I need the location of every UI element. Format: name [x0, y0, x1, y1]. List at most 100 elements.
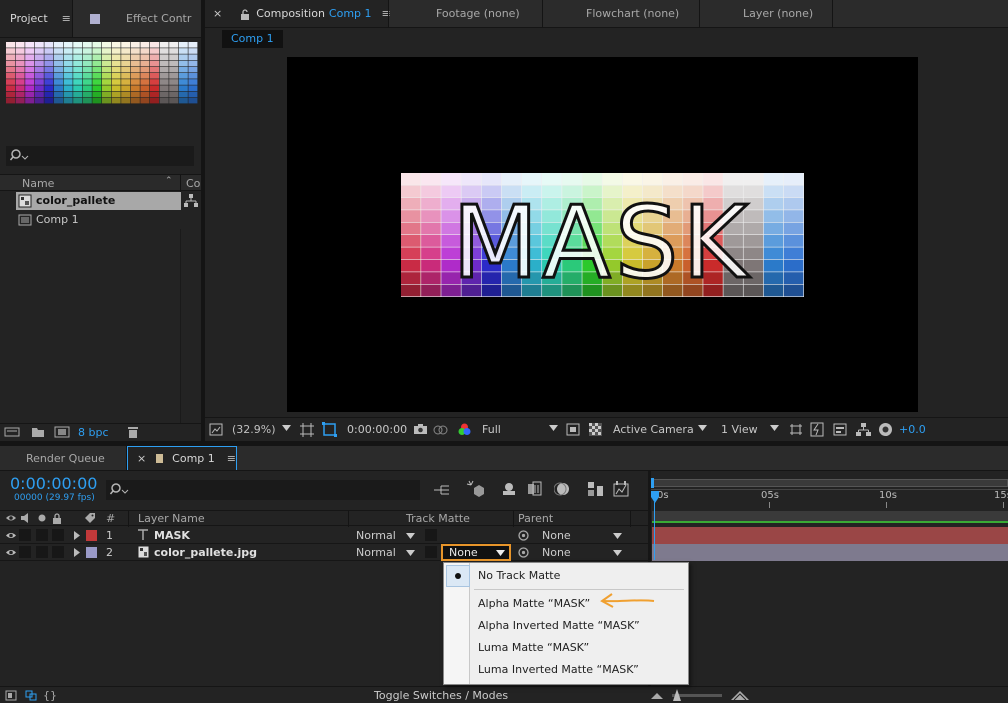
interpret-footage-icon[interactable]: [4, 426, 20, 438]
exposure-value[interactable]: +0.0: [899, 423, 926, 436]
timeline-search[interactable]: [106, 480, 420, 500]
chevron-down-icon[interactable]: [698, 425, 707, 431]
draft-3d-icon[interactable]: [466, 480, 484, 498]
flowchart-icon[interactable]: [184, 194, 198, 208]
work-area-bar[interactable]: [652, 511, 1008, 523]
chevron-down-icon[interactable]: [282, 425, 291, 431]
search-icon[interactable]: [110, 482, 130, 498]
channel-rgb-icon[interactable]: [457, 422, 472, 437]
camera-snapshot-icon[interactable]: [413, 423, 428, 435]
solo-toggle[interactable]: [36, 546, 48, 558]
tab-comp-1[interactable]: × Comp 1 ≡: [127, 446, 237, 470]
fast-previews-icon[interactable]: [810, 422, 824, 437]
mask-visibility-icon[interactable]: [322, 422, 337, 437]
tab-project[interactable]: Project ≡: [0, 0, 72, 37]
blend-mode-select[interactable]: Normal: [356, 529, 396, 542]
tab-render-queue[interactable]: Render Queue: [26, 446, 105, 470]
layer-name[interactable]: MASK: [154, 529, 190, 542]
grid-guides-icon[interactable]: [300, 423, 314, 437]
parent-select[interactable]: None: [542, 529, 571, 542]
project-search[interactable]: [6, 146, 194, 166]
brainstorm-icon[interactable]: [587, 481, 605, 497]
playhead-marker[interactable]: [651, 491, 659, 503]
track-matte-select[interactable]: None: [441, 544, 511, 561]
visibility-eye-icon[interactable]: [5, 548, 17, 557]
layer-switches-icon[interactable]: [5, 690, 17, 701]
reset-exposure-icon[interactable]: [878, 422, 893, 437]
pick-whip-icon[interactable]: [518, 530, 529, 541]
navigator-start-handle[interactable]: [651, 478, 654, 488]
tab-flowchart[interactable]: Flowchart (none): [586, 0, 679, 27]
lock-icon[interactable]: [240, 7, 250, 20]
shy-layers-icon[interactable]: [501, 482, 517, 496]
column-name[interactable]: Name: [22, 177, 54, 190]
close-icon[interactable]: ×: [137, 452, 146, 465]
menu-item-no-track-matte[interactable]: No Track Matte: [478, 565, 560, 587]
view-layout-select[interactable]: 1 View: [721, 423, 758, 436]
timeline-toggle-icon[interactable]: [833, 423, 847, 436]
composition-canvas[interactable]: MASK: [287, 57, 918, 412]
new-composition-icon[interactable]: [54, 426, 70, 438]
preserve-transparency-toggle[interactable]: [425, 546, 437, 558]
blend-mode-select[interactable]: Normal: [356, 546, 396, 559]
work-area-navigator[interactable]: [651, 479, 1008, 487]
always-preview-icon[interactable]: [209, 423, 223, 436]
menu-item-alpha-matte[interactable]: Alpha Matte “MASK”: [478, 593, 590, 615]
layer-duration-bar[interactable]: [652, 544, 1008, 561]
audio-toggle[interactable]: [19, 529, 31, 541]
graph-editor-icon[interactable]: [613, 481, 629, 497]
current-time[interactable]: 0:00:00:00: [347, 423, 407, 436]
chevron-down-icon[interactable]: [406, 533, 415, 539]
tab-composition[interactable]: × Composition Comp 1 ≡: [205, 0, 391, 27]
tab-footage[interactable]: Footage (none): [436, 0, 520, 27]
lock-toggle[interactable]: [52, 546, 64, 558]
layer-name[interactable]: color_pallete.jpg: [154, 546, 257, 559]
layer-label-color[interactable]: [86, 530, 97, 541]
column-track-matte[interactable]: Track Matte: [406, 512, 470, 525]
project-item-row[interactable]: color_pallete: [16, 192, 181, 210]
flowchart-icon[interactable]: [856, 423, 871, 437]
column-parent[interactable]: Parent: [518, 512, 553, 525]
layer-label-color[interactable]: [86, 547, 97, 558]
audio-toggle[interactable]: [19, 546, 31, 558]
expand-arrow-icon[interactable]: [74, 531, 80, 540]
close-icon[interactable]: ×: [213, 7, 222, 20]
timeline-timecode[interactable]: 0:00:00:00: [10, 474, 97, 493]
layer-duration-bar[interactable]: [652, 527, 1008, 544]
tab-layer[interactable]: Layer (none): [743, 0, 813, 27]
panel-menu-icon[interactable]: ≡: [62, 12, 71, 25]
visibility-eye-icon[interactable]: [5, 531, 17, 540]
sort-arrow-icon[interactable]: ⌃: [165, 176, 173, 186]
pick-whip-icon[interactable]: [518, 547, 529, 558]
lock-toggle[interactable]: [52, 529, 64, 541]
menu-item-luma-inverted-matte[interactable]: Luma Inverted Matte “MASK”: [478, 659, 639, 681]
search-icon[interactable]: [10, 148, 30, 164]
motion-blur-icon[interactable]: [554, 481, 570, 497]
camera-select[interactable]: Active Camera: [613, 423, 694, 436]
parent-select[interactable]: None: [542, 546, 571, 559]
transfer-controls-icon[interactable]: [25, 690, 37, 701]
chevron-down-icon[interactable]: [406, 550, 415, 556]
new-folder-icon[interactable]: [31, 426, 45, 438]
zoom-level[interactable]: (32.9%): [232, 423, 276, 436]
zoom-in-icon[interactable]: [731, 689, 749, 700]
in-out-icon[interactable]: {}: [43, 689, 57, 702]
column-layer-name[interactable]: Layer Name: [138, 512, 205, 525]
expand-arrow-icon[interactable]: [74, 548, 80, 557]
menu-item-luma-matte[interactable]: Luma Matte “MASK”: [478, 637, 589, 659]
menu-item-alpha-inverted-matte[interactable]: Alpha Inverted Matte “MASK”: [478, 615, 640, 637]
resolution-select[interactable]: Full: [482, 423, 501, 436]
show-snapshot-icon[interactable]: [433, 423, 448, 436]
column-comment[interactable]: Co: [186, 177, 200, 190]
chevron-down-icon[interactable]: [770, 425, 779, 431]
toggle-switches-modes[interactable]: Toggle Switches / Modes: [374, 689, 508, 702]
trash-icon[interactable]: [127, 426, 139, 439]
layer-row[interactable]: 2 color_pallete.jpg Normal None None: [0, 544, 648, 561]
composition-mini-flowchart-icon[interactable]: [433, 484, 451, 497]
chevron-down-icon[interactable]: [613, 533, 622, 539]
layer-row[interactable]: 1 MASK Normal None: [0, 527, 648, 544]
tab-effect-controls[interactable]: Effect Contr: [90, 0, 201, 37]
bpc-toggle[interactable]: 8 bpc: [78, 426, 109, 439]
zoom-out-icon[interactable]: [651, 692, 663, 699]
frame-blending-icon[interactable]: [527, 481, 543, 497]
